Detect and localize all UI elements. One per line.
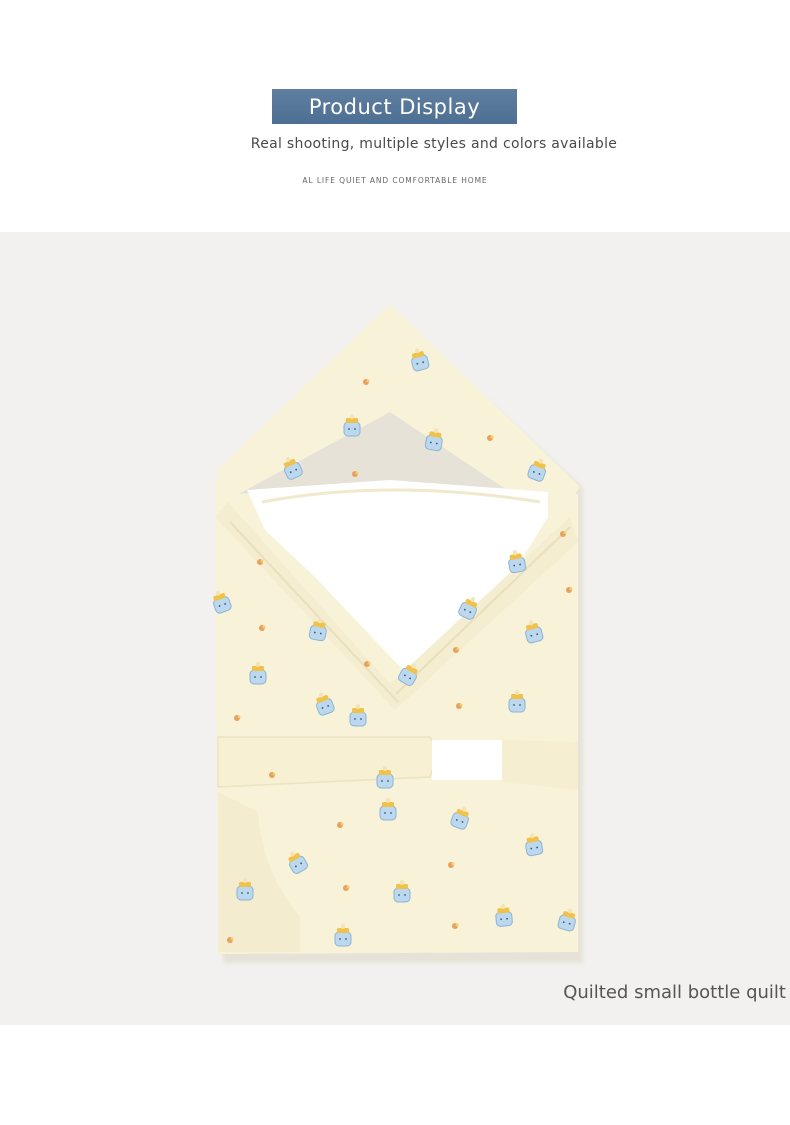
bottom-whitespace [0,1025,790,1125]
section-title-banner: Product Display [272,89,517,124]
header-section: Product Display Real shooting, multiple … [0,0,790,232]
product-caption: Quilted small bottle quilt [563,982,786,1003]
section-title: Product Display [308,94,481,119]
baby-swaddle-quilt-image [209,304,583,963]
section-subtitle: Real shooting, multiple styles and color… [250,136,618,152]
product-display-area: Quilted small bottle quilt [0,232,790,1025]
brand-tagline: AL LIFE QUIET AND COMFORTABLE HOME [302,176,488,185]
